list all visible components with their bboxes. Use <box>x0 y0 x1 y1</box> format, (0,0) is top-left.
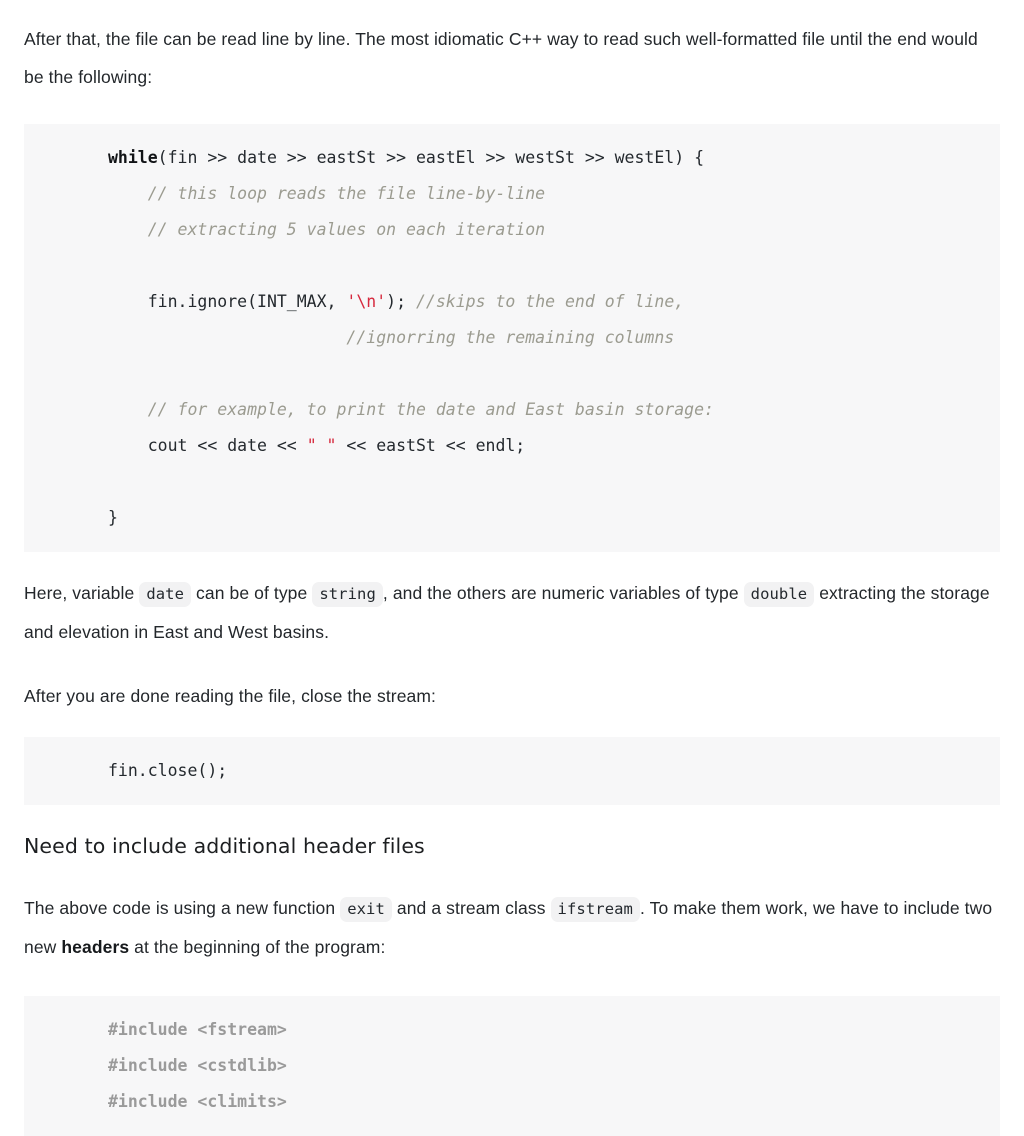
code-token-fin-close: fin.close(); <box>108 761 228 780</box>
paragraph-intro: After that, the file can be read line by… <box>24 20 1000 96</box>
code-line-comment-for-example: // for example, to print the date and Ea… <box>24 392 1000 428</box>
code-line-fin-ignore: fin.ignore(INT_MAX, '\n'); //skips to th… <box>24 284 1000 320</box>
gap-after-code-1 <box>24 552 1000 574</box>
gap-before-paragraph-close <box>24 651 1000 677</box>
code-token-comment-loop-reads: // this loop reads the file line-by-line <box>108 184 546 203</box>
code-line-include-cstdlib: #include <cstdlib> <box>24 1048 1000 1084</box>
gap-before-heading <box>24 805 1000 831</box>
gap-before-code-3 <box>24 966 1000 996</box>
code-line-comment-extracting: // extracting 5 values on each iteration <box>24 212 1000 248</box>
gap-before-code-1 <box>24 96 1000 124</box>
code-token-close-brace: } <box>108 508 118 527</box>
paragraph-intro-text: After that, the file can be read line by… <box>24 29 978 87</box>
paragraph-variable-types-text-3: , and the others are numeric variables o… <box>382 583 739 603</box>
code-line-while-header: while(fin >> date >> eastSt >> eastEl >>… <box>24 140 1000 176</box>
code-token-cout-head: cout << date << <box>108 436 307 455</box>
paragraph-headers-text-1: The above code is using a new function <box>24 898 341 918</box>
code-token-include-climits: #include <climits> <box>108 1092 287 1111</box>
paragraph-headers-explanation: The above code is using a new function e… <box>24 889 1000 966</box>
code-token-fin-ignore-tail: ); <box>386 292 416 311</box>
paragraph-variable-types-text-2: can be of type <box>191 583 313 603</box>
paragraph-variable-types: Here, variable date can be of type strin… <box>24 574 1000 651</box>
code-token-fin-ignore-call: fin.ignore(INT_MAX, <box>108 292 347 311</box>
inline-code-exit: exit <box>340 897 392 922</box>
code-line-fin-close: fin.close(); <box>24 753 1000 789</box>
code-token-cout-tail: << eastSt << endl; <box>336 436 526 455</box>
article-page: After that, the file can be read line by… <box>0 0 1024 1136</box>
code-token-keyword-while: while <box>108 148 158 167</box>
top-spacer <box>24 0 1000 20</box>
gap-after-heading <box>24 861 1000 889</box>
code-token-space-literal: " " <box>306 436 337 455</box>
code-token-include-cstdlib: #include <cstdlib> <box>108 1056 287 1075</box>
paragraph-close-stream: After you are done reading the file, clo… <box>24 677 1000 715</box>
inline-code-ifstream: ifstream <box>550 897 640 922</box>
code-line-include-climits: #include <climits> <box>24 1084 1000 1120</box>
paragraph-headers-text-2: and a stream class <box>391 898 551 918</box>
paragraph-headers-strong: headers <box>61 937 130 957</box>
code-line-blank-1 <box>24 248 1000 284</box>
code-token-comment-skips: //skips to the end of line, <box>415 292 685 311</box>
inline-code-double: double <box>743 582 815 607</box>
code-line-close-brace: } <box>24 500 1000 536</box>
code-token-comment-for-example: // for example, to print the date and Ea… <box>108 400 714 419</box>
code-line-blank-2 <box>24 356 1000 392</box>
code-line-comment-loop-reads: // this loop reads the file line-by-line <box>24 176 1000 212</box>
code-block-fin-close: fin.close(); <box>24 737 1000 805</box>
code-line-cout: cout << date << " " << eastSt << endl; <box>24 428 1000 464</box>
code-token-comment-extracting: // extracting 5 values on each iteration <box>108 220 546 239</box>
inline-code-date: date <box>139 582 192 607</box>
code-block-while-loop: while(fin >> date >> eastSt >> eastEl >>… <box>24 124 1000 552</box>
code-line-include-fstream: #include <fstream> <box>24 1012 1000 1048</box>
paragraph-variable-types-text-1: Here, variable <box>24 583 140 603</box>
code-block-includes: #include <fstream> #include <cstdlib> #inc… <box>24 996 1000 1136</box>
code-token-comment-ignorring: //ignorring the remaining columns <box>108 328 675 347</box>
code-token-newline-literal: '\n' <box>346 292 387 311</box>
heading-include-headers: Need to include additional header files <box>24 834 425 858</box>
code-line-comment-ignorring: //ignorring the remaining columns <box>24 320 1000 356</box>
code-line-blank-3 <box>24 464 1000 500</box>
gap-before-code-2 <box>24 715 1000 737</box>
inline-code-string: string <box>312 582 383 607</box>
code-token-include-fstream: #include <fstream> <box>108 1020 287 1039</box>
code-token-while-condition: (fin >> date >> eastSt >> eastEl >> west… <box>157 148 705 167</box>
paragraph-headers-text-4: at the beginning of the program: <box>129 937 386 957</box>
paragraph-close-stream-text: After you are done reading the file, clo… <box>24 686 437 706</box>
